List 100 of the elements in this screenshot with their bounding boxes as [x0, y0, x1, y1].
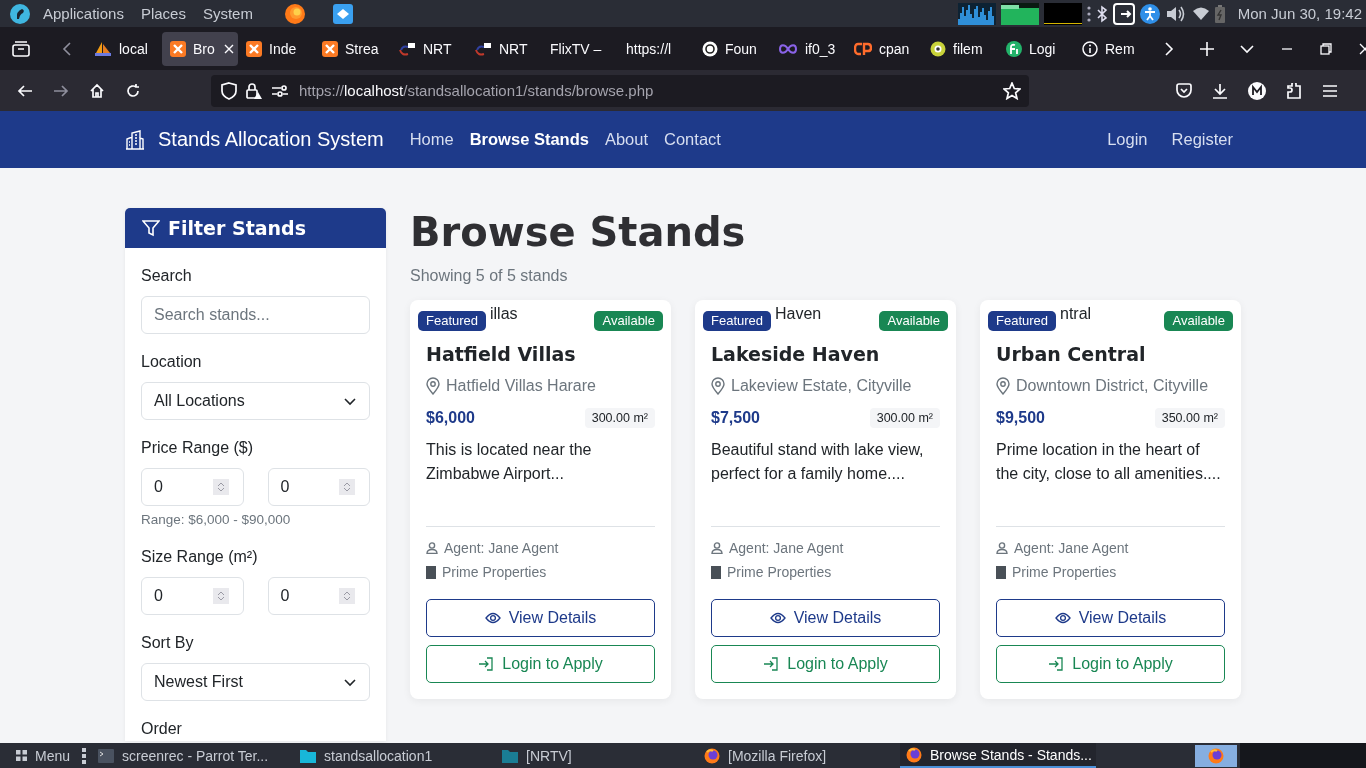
battery-icon — [1214, 4, 1225, 23]
number-field[interactable]: 0 — [267, 468, 370, 506]
person-icon — [426, 542, 438, 554]
pocket-icon[interactable] — [1176, 82, 1192, 99]
size-badge: 350.00 m² — [1154, 408, 1225, 428]
menu-icon[interactable] — [1322, 83, 1338, 98]
home-icon[interactable] — [89, 82, 105, 99]
select-field[interactable]: Newest First — [141, 663, 370, 701]
close-icon[interactable] — [223, 43, 234, 54]
panel-clock[interactable]: Mon Jun 30, 19:42 — [1237, 5, 1362, 22]
filter-icon — [142, 219, 160, 237]
firefox-icon[interactable] — [283, 2, 306, 25]
chevron-down-icon[interactable] — [1240, 43, 1254, 54]
view-details-button[interactable]: View Details — [711, 599, 940, 637]
number-field[interactable]: 0 — [267, 577, 370, 615]
more-icon — [1086, 5, 1091, 22]
browser-tab[interactable]: filem — [922, 31, 998, 66]
extensions-icon[interactable] — [1286, 82, 1302, 99]
browser-tab[interactable]: https://l — [618, 31, 694, 66]
memory-graph-icon — [1000, 2, 1039, 25]
download-icon[interactable] — [1212, 82, 1228, 99]
forward-icon[interactable] — [53, 82, 69, 99]
select-field[interactable]: All Locations — [141, 382, 370, 420]
stand-location: Downtown District, Cityville — [1016, 376, 1209, 396]
building-icon — [996, 565, 1006, 579]
stand-location: Lakeview Estate, Cityville — [731, 376, 912, 396]
taskbar-item[interactable]: Browse Stands - Stands... — [900, 743, 1097, 768]
browser-tab[interactable]: Inde — [238, 31, 314, 66]
lock-warning-icon — [245, 81, 263, 100]
view-details-button[interactable]: View Details — [426, 599, 655, 637]
eye-icon — [769, 612, 786, 624]
browser-tab[interactable]: Bro — [162, 31, 238, 66]
number-field[interactable]: 0 — [141, 577, 244, 615]
stand-title: Lakeside Haven — [711, 342, 881, 367]
account-avatar-icon[interactable] — [1248, 81, 1266, 100]
agent-name: Agent: Jane Agent — [1014, 539, 1129, 558]
panel-menu[interactable]: Places — [140, 5, 186, 22]
featured-badge: Featured — [703, 311, 772, 331]
bookmark-star-icon[interactable] — [1003, 81, 1021, 100]
nav-link[interactable]: Contact — [662, 130, 723, 149]
taskbar-item[interactable]: standsallocation1 — [294, 743, 491, 768]
agent-name: Agent: Jane Agent — [729, 539, 844, 558]
nav-link[interactable]: Login — [1105, 130, 1156, 149]
info-icon — [1082, 40, 1098, 57]
status-badge: Available — [594, 311, 663, 331]
tab-list-icon[interactable] — [12, 40, 30, 57]
nav-link[interactable]: About — [602, 130, 651, 149]
chevron-right-icon[interactable] — [1164, 40, 1174, 57]
taskbar-item[interactable]: [NRTV] — [496, 743, 693, 768]
terminal-icon — [98, 748, 115, 763]
sailboat-favicon-icon — [94, 40, 112, 57]
taskbar-item[interactable]: [Mozilla Firefox] — [698, 743, 895, 768]
login-to-apply-button[interactable]: Login to Apply — [426, 645, 655, 683]
reload-icon[interactable] — [125, 82, 141, 99]
spinner-icon — [339, 588, 355, 604]
app-launcher-icon[interactable] — [332, 3, 353, 24]
buildings-icon — [125, 129, 145, 150]
browser-tab[interactable]: FlixTV – — [542, 31, 618, 66]
browser-tab[interactable]: Logi — [998, 31, 1074, 66]
browser-tab[interactable]: local — [86, 31, 162, 66]
browser-tab[interactable]: Strea — [314, 31, 390, 66]
panel-menu[interactable]: System — [202, 5, 253, 22]
nav-link[interactable]: Home — [407, 130, 456, 149]
panel-menu[interactable]: Applications — [43, 5, 124, 22]
browser-tab[interactable]: cpan — [846, 31, 922, 66]
image-alt-text: illas — [490, 305, 518, 322]
spinner-icon — [212, 479, 229, 495]
view-details-button[interactable]: View Details — [996, 599, 1225, 637]
restore-icon[interactable] — [1320, 42, 1332, 55]
range-hint: Range: $6,000 - $90,000 — [141, 511, 292, 529]
nav-link[interactable]: Register — [1169, 130, 1241, 149]
search-field[interactable]: Search stands... — [141, 296, 370, 334]
login-to-apply-button[interactable]: Login to Apply — [711, 645, 940, 683]
url-text[interactable]: https://localhost/standsallocation1/stands/browse.php — [299, 82, 654, 99]
new-tab-icon[interactable] — [1200, 41, 1214, 56]
shield-icon — [221, 81, 237, 100]
taskbar-item[interactable]: screenrec - Parrot Ter... — [92, 743, 289, 768]
browser-tab[interactable]: NRT — [466, 31, 542, 66]
size-badge: 300.00 m² — [869, 408, 940, 428]
folder-icon — [300, 748, 317, 763]
chevron-left-icon[interactable] — [62, 40, 72, 57]
start-menu-button[interactable]: Menu — [16, 747, 71, 764]
number-field[interactable]: 0 — [141, 468, 244, 506]
person-icon — [711, 542, 723, 554]
browser-tab[interactable]: Foun — [694, 31, 770, 66]
address-bar[interactable]: https://localhost/standsallocation1/stands/browse.php — [211, 74, 1029, 107]
sign-in-icon — [763, 657, 780, 671]
stand-description: Beautiful stand with lake view, perfect for a family home.... — [711, 440, 925, 484]
cpu-graph-icon — [957, 2, 996, 25]
browser-tab[interactable]: if0_3 — [770, 31, 846, 66]
nav-link[interactable]: Browse Stands — [467, 130, 591, 149]
login-to-apply-button[interactable]: Login to Apply — [996, 645, 1225, 683]
workspace-button[interactable] — [1195, 744, 1237, 767]
browser-tab[interactable]: NRT — [390, 31, 466, 66]
field-label: Location — [141, 352, 203, 372]
site-brand[interactable]: Stands Allocation System — [158, 128, 384, 151]
spinner-icon — [212, 588, 229, 604]
back-icon[interactable] — [17, 82, 33, 99]
field-label: Search — [141, 266, 193, 286]
browser-tab[interactable]: Rem — [1074, 31, 1150, 66]
